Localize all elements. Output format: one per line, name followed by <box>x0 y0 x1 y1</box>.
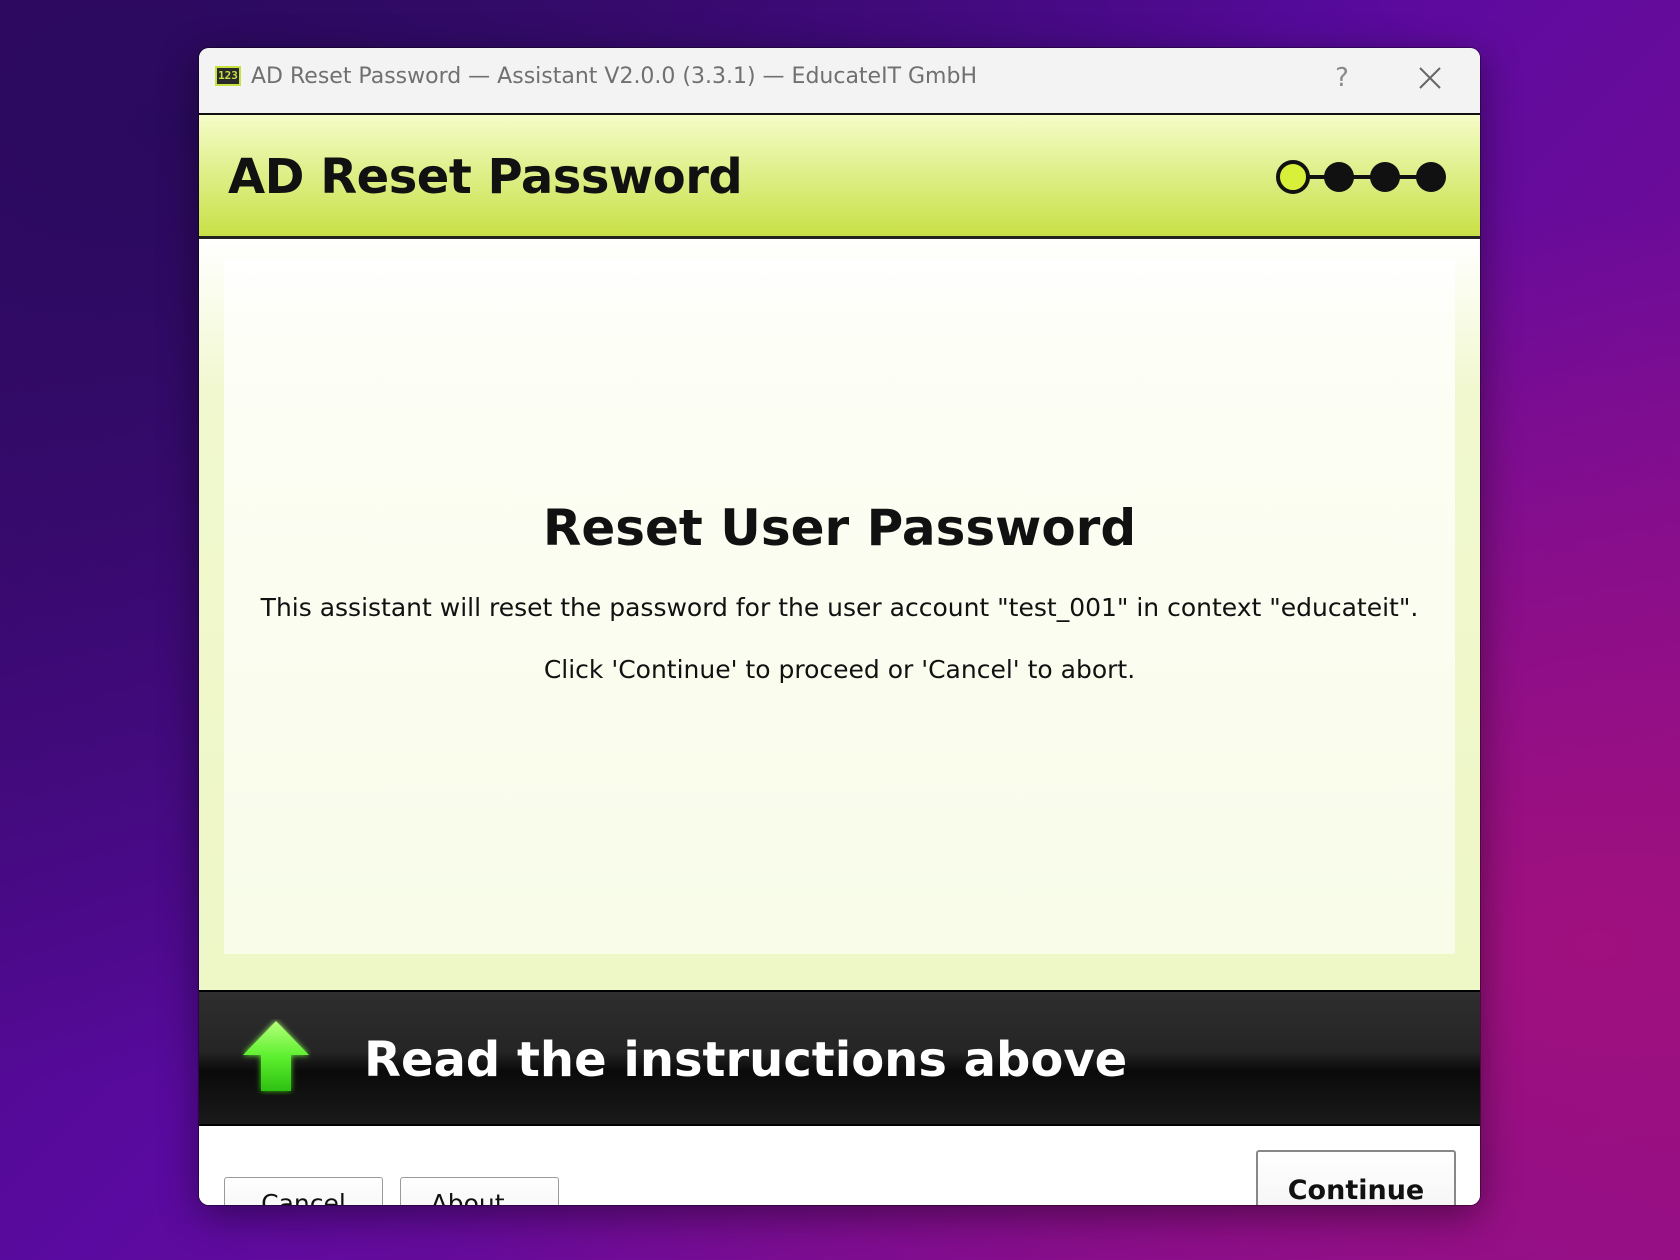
step-3 <box>1370 162 1400 192</box>
step-2 <box>1324 162 1354 192</box>
instruction-banner: Read the instructions above <box>199 990 1480 1126</box>
close-button[interactable] <box>1405 58 1455 98</box>
content-panel: Reset User Password This assistant will … <box>224 259 1455 954</box>
title-bar[interactable]: 123 AD Reset Password — Assistant V2.0.0… <box>199 48 1480 115</box>
content-instruction: Click 'Continue' to proceed or 'Cancel' … <box>543 655 1136 684</box>
banner-text: Read the instructions above <box>364 1032 1128 1088</box>
cancel-button[interactable]: Cancel <box>224 1177 383 1205</box>
step-indicator <box>1276 160 1446 194</box>
assistant-window: 123 AD Reset Password — Assistant V2.0.0… <box>199 48 1480 1205</box>
step-1-current <box>1276 160 1310 194</box>
content-heading: Reset User Password <box>542 499 1137 557</box>
content-description: This assistant will reset the password f… <box>260 593 1419 622</box>
content-area: Reset User Password This assistant will … <box>199 239 1480 990</box>
about-button[interactable]: About... <box>400 1177 559 1205</box>
up-arrow-icon <box>243 1021 309 1091</box>
help-button[interactable]: ? <box>1317 58 1367 98</box>
step-4 <box>1416 162 1446 192</box>
continue-button[interactable]: Continue <box>1256 1150 1456 1205</box>
button-bar: Cancel About... Continue <box>199 1126 1480 1205</box>
page-title: AD Reset Password <box>228 149 743 205</box>
close-icon <box>1419 67 1441 89</box>
window-title: AD Reset Password — Assistant V2.0.0 (3.… <box>251 64 977 89</box>
app-icon: 123 <box>215 66 241 86</box>
wizard-header: AD Reset Password <box>199 115 1480 239</box>
